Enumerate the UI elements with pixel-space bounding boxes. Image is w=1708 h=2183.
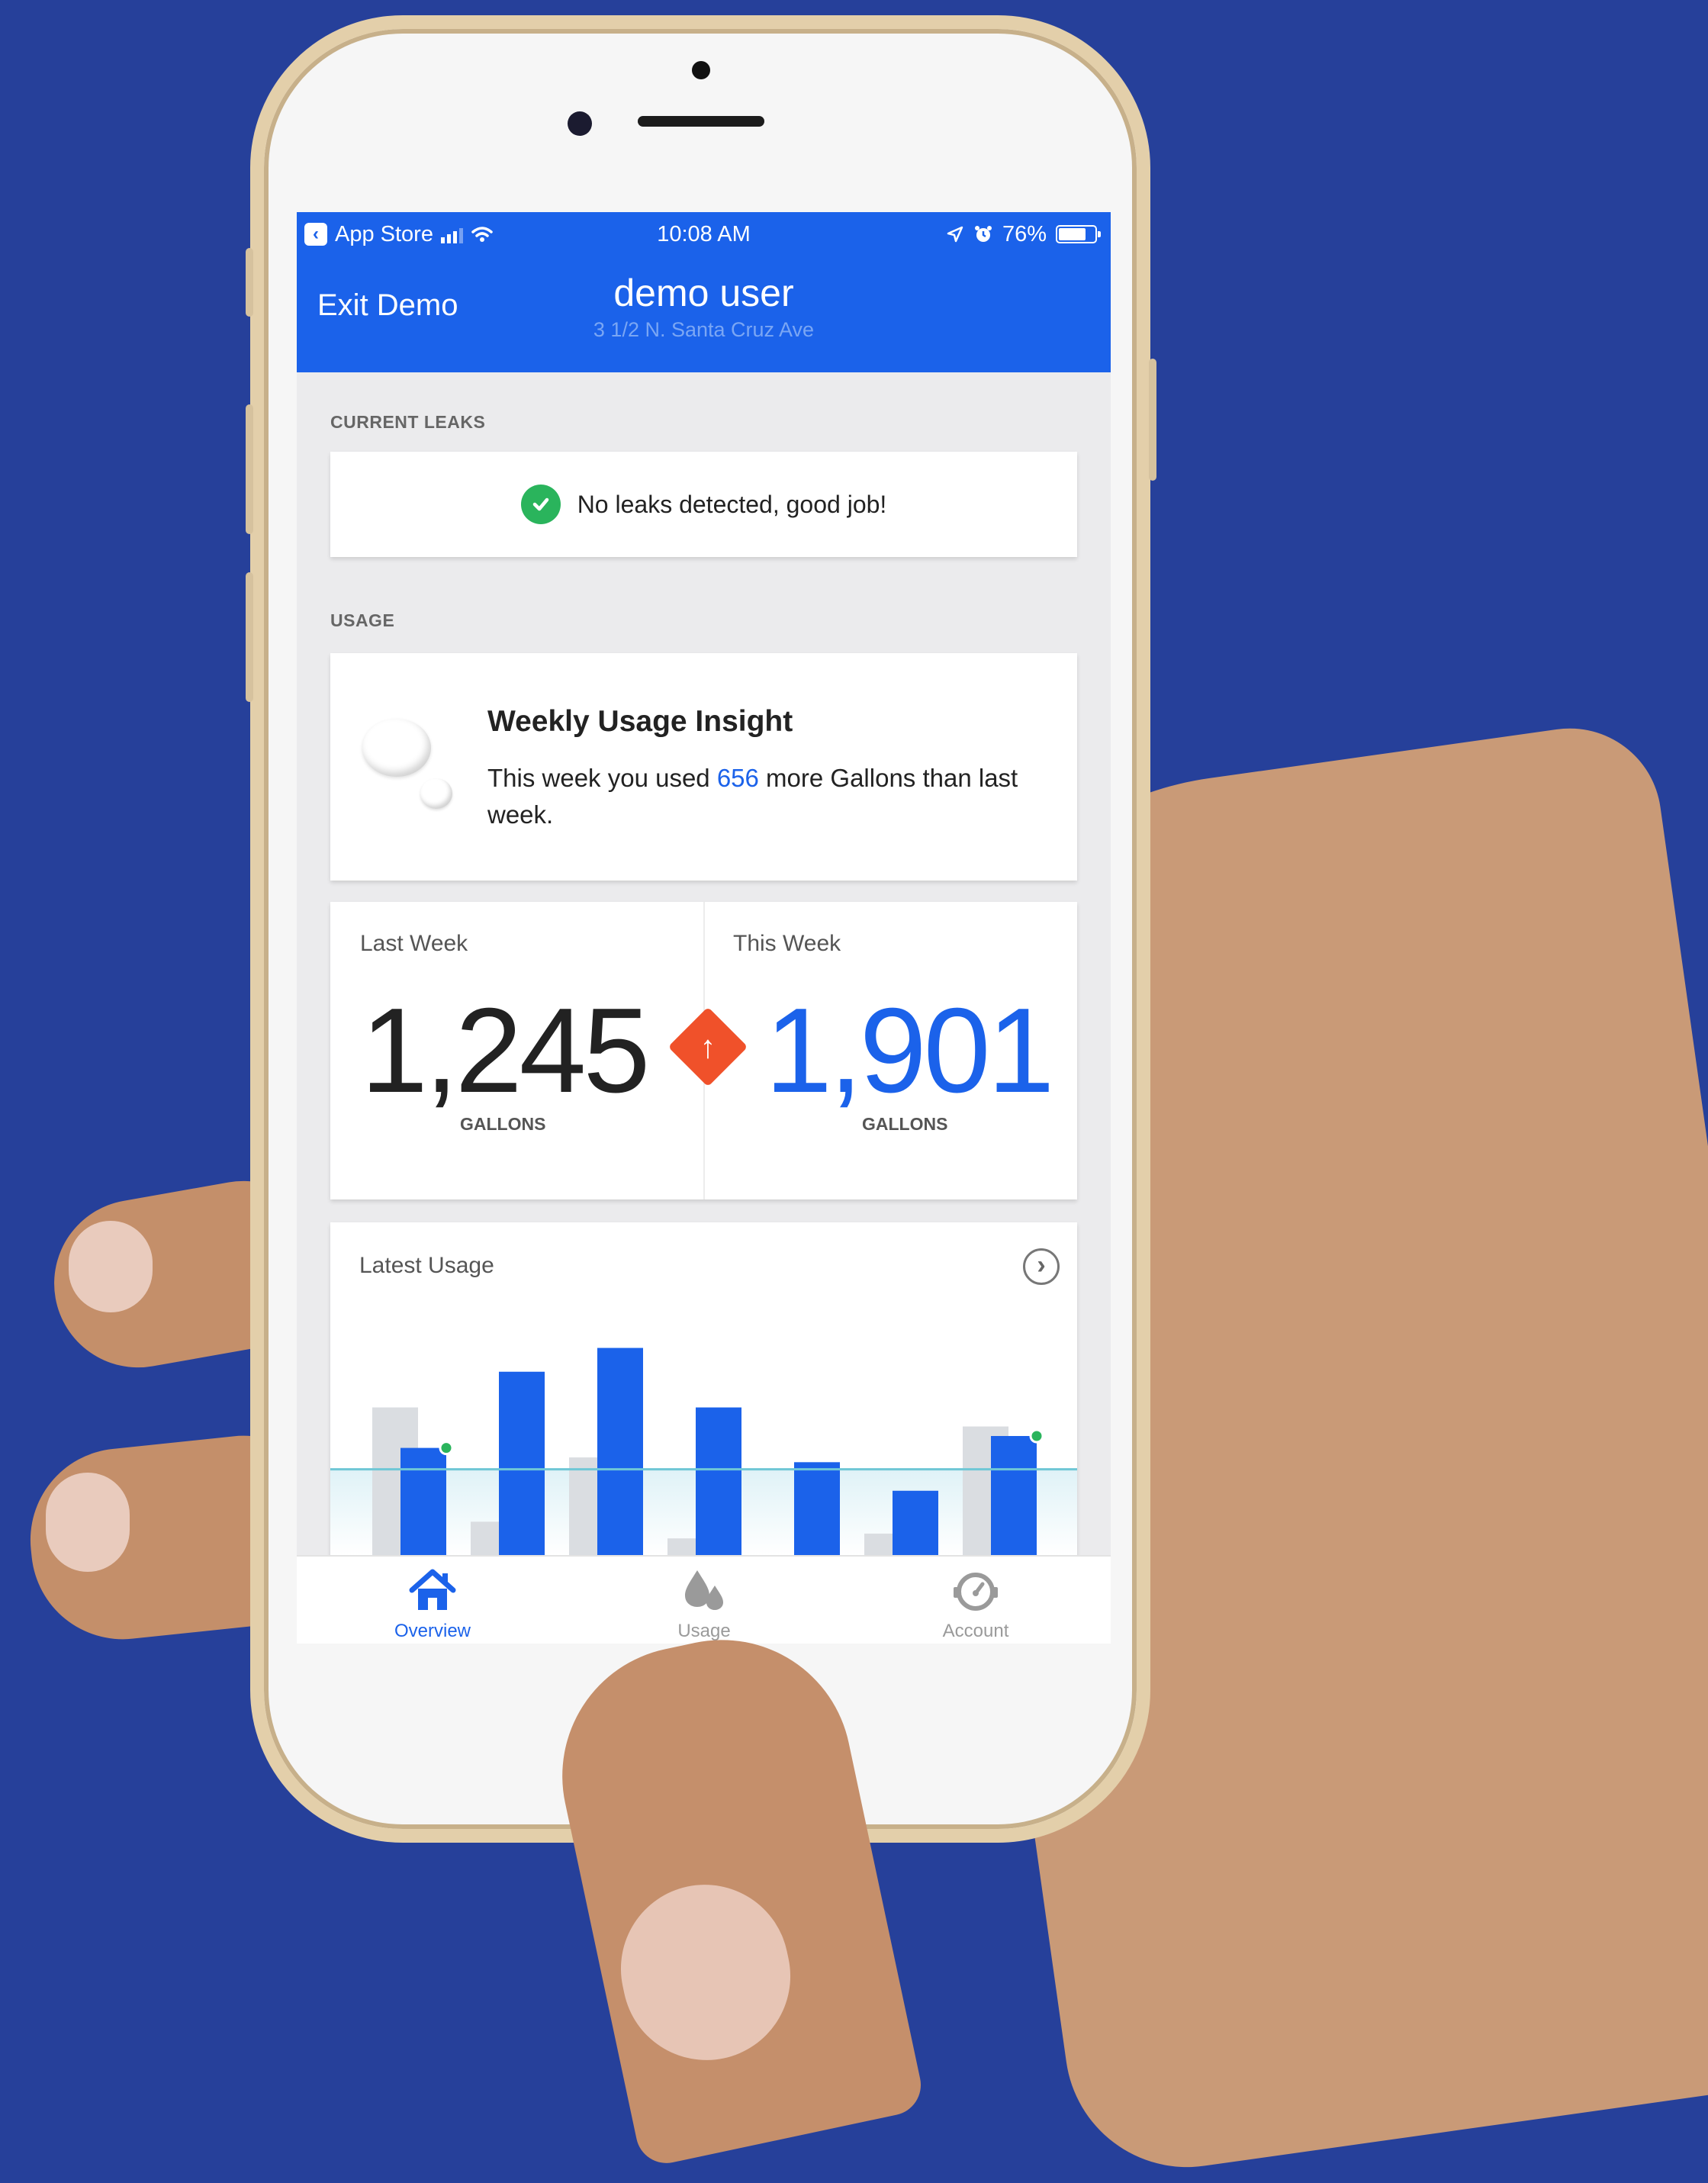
latest-usage-card[interactable]: Latest Usage › [330, 1222, 1077, 1604]
home-icon [409, 1569, 456, 1610]
this-week-label: This Week [733, 931, 841, 956]
current-week-bar[interactable] [696, 1407, 741, 1555]
battery-icon [1056, 225, 1101, 243]
water-drops-icon [685, 1570, 723, 1610]
tab-overview[interactable]: Overview [297, 1557, 568, 1644]
alarm-clock-icon [974, 226, 992, 242]
mute-switch [246, 248, 253, 317]
front-camera [568, 111, 592, 136]
user-name-title: demo user [613, 272, 794, 314]
status-bar-right: 76% [946, 217, 1101, 252]
leak-status-card: No leaks detected, good job! [330, 452, 1077, 557]
location-arrow-icon [947, 226, 963, 243]
tab-overview-label: Overview [394, 1621, 471, 1641]
this-week-gallons: 1,901 [765, 984, 1054, 1118]
weekly-comparison-card[interactable]: Last Week 1,245 GALLONS This Week 1,901 … [330, 902, 1077, 1199]
last-week-unit: GALLONS [460, 1114, 546, 1134]
fingernail-lower [46, 1473, 130, 1572]
last-week-label: Last Week [360, 931, 468, 956]
power-button [1149, 359, 1156, 481]
thought-bubble-small-icon [420, 778, 452, 809]
thought-bubble-icon [362, 719, 431, 777]
latest-usage-chart [330, 1347, 1077, 1555]
tab-account[interactable]: Account [840, 1557, 1111, 1644]
insight-gallons-difference: 656 [716, 764, 759, 792]
check-circle-icon [520, 485, 561, 524]
battery-percent: 76% [1002, 221, 1047, 246]
tab-account-label: Account [942, 1621, 1009, 1641]
chevron-right-circle-icon[interactable]: › [1023, 1248, 1060, 1285]
current-week-bar[interactable] [794, 1462, 840, 1555]
user-address: 3 1/2 N. Santa Cruz Ave [593, 318, 815, 341]
weekly-insight-card[interactable]: Weekly Usage Insight This week you used … [330, 653, 1077, 881]
current-week-bar[interactable] [400, 1447, 446, 1555]
insight-message: This week you used 656 more Gallons than… [487, 760, 1037, 833]
proximity-sensor [692, 61, 710, 79]
current-week-bar[interactable] [499, 1371, 545, 1555]
app-screen: ‹ App Store 10:08 AM 76% Exit Demo demo … [297, 212, 1111, 1644]
tab-usage[interactable]: Usage [568, 1557, 840, 1644]
bottom-tab-bar: Overview Usage Account [297, 1555, 1111, 1644]
current-week-bar[interactable] [893, 1490, 938, 1555]
trend-up-arrow-icon: ↑ [700, 1029, 716, 1064]
this-week-unit: GALLONS [862, 1114, 948, 1134]
current-week-bar[interactable] [597, 1347, 643, 1555]
usage-heading: USAGE [330, 610, 395, 630]
current-week-bar[interactable] [991, 1436, 1037, 1555]
usage-marker-dot [1029, 1428, 1044, 1444]
insight-title: Weekly Usage Insight [487, 705, 793, 738]
last-week-gallons: 1,245 [361, 984, 650, 1118]
volume-down-button [246, 572, 253, 702]
volume-up-button [246, 404, 253, 534]
app-header: ‹ App Store 10:08 AM 76% Exit Demo demo … [297, 212, 1111, 372]
usage-marker-dot [439, 1441, 454, 1456]
current-leaks-heading: CURRENT LEAKS [330, 412, 486, 432]
tab-usage-label: Usage [677, 1621, 731, 1641]
leak-status-message: No leaks detected, good job! [577, 490, 887, 518]
latest-usage-title: Latest Usage [359, 1253, 494, 1278]
meter-icon [954, 1573, 998, 1611]
insight-text-prefix: This week you used [487, 764, 717, 792]
earpiece-speaker [638, 116, 764, 127]
fingernail-upper [69, 1221, 153, 1312]
